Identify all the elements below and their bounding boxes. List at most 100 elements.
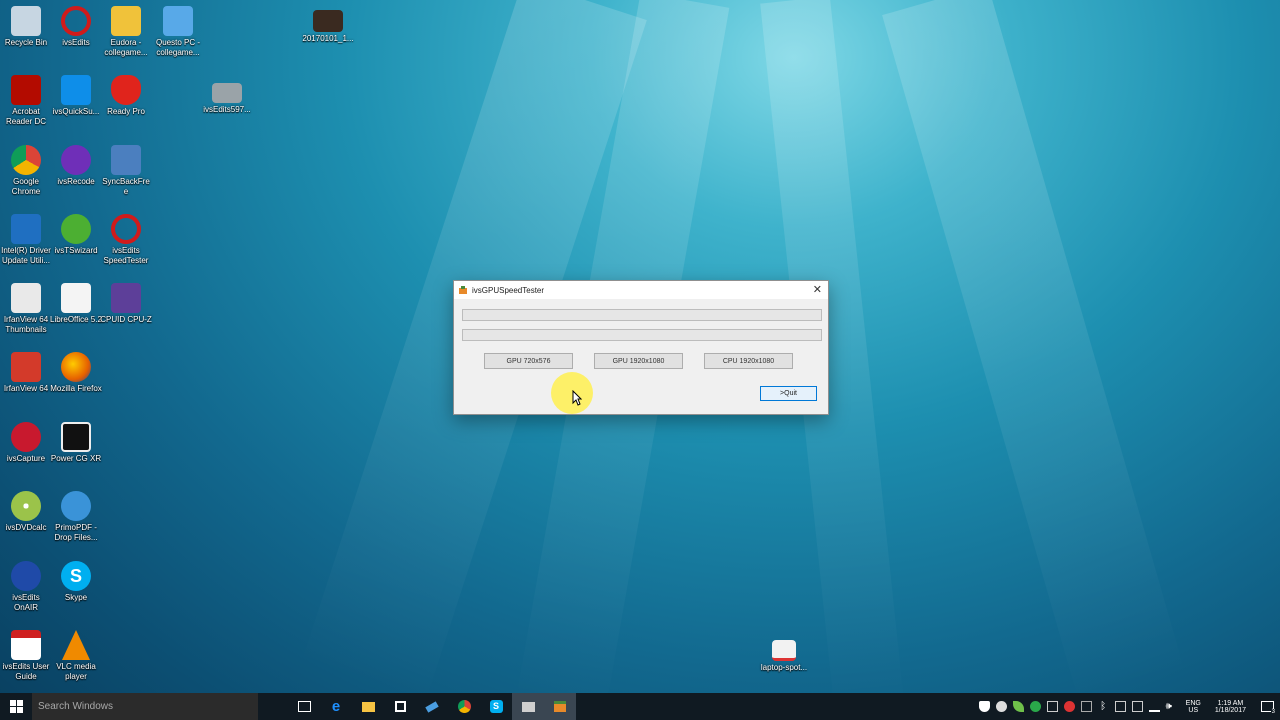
cpu-1920x1080-button[interactable]: CPU 1920x1080 bbox=[704, 353, 793, 369]
gpu-speed-tester-window: ivsGPUSpeedTester ✕ GPU 720x576 GPU 1920… bbox=[453, 280, 829, 415]
vlc-icon bbox=[62, 630, 90, 660]
panda-icon bbox=[11, 283, 41, 313]
clock[interactable]: 1:19 AM 1/18/2017 bbox=[1215, 700, 1246, 714]
acrobat-icon bbox=[11, 75, 41, 105]
syncback-icon bbox=[111, 145, 141, 175]
taskbar-edge[interactable]: e bbox=[320, 693, 352, 720]
taskbar-gpu-speed-tester[interactable] bbox=[544, 693, 576, 720]
desktop-icon-irfanview-thumbnails[interactable]: IrfanView 64 Thumbnails bbox=[0, 283, 52, 335]
ivsedits-icon bbox=[61, 6, 91, 36]
desktop-icon-video-file[interactable]: 20170101_1... bbox=[302, 10, 354, 44]
desktop-icon-syncback[interactable]: SyncBackFree bbox=[100, 145, 152, 197]
desktop-icon-speedtester[interactable]: ivsEdits SpeedTester bbox=[100, 214, 152, 266]
gpu-tester-icon bbox=[554, 701, 566, 712]
store-icon bbox=[394, 701, 406, 712]
ivstswizard-icon bbox=[61, 214, 91, 244]
system-tray: ᛒ 🕪 ENG US 1:19 AM 1/18/2017 3 bbox=[976, 693, 1280, 720]
desktop-icon-ivsdvdcalc[interactable]: ivsDVDcalc bbox=[0, 491, 52, 533]
desktop-icon-ivsedits-onair[interactable]: ivsEdits OnAIR bbox=[0, 561, 52, 613]
windows-logo-icon bbox=[9, 700, 23, 713]
taskbar: Search Windows e S ᛒ 🕪 ENG US 1:19 AM 1/… bbox=[0, 693, 1280, 720]
taskbar-pinned-app[interactable] bbox=[416, 693, 448, 720]
desktop-icon-ivsedits597[interactable]: ivsEdits597... bbox=[201, 83, 253, 115]
action-center-button[interactable]: 3 bbox=[1254, 693, 1280, 720]
window-app-icon bbox=[521, 701, 535, 712]
quit-button[interactable]: >Quit bbox=[760, 386, 817, 401]
gpu-1920x1080-button[interactable]: GPU 1920x1080 bbox=[594, 353, 683, 369]
desktop-icon-ivstswizard[interactable]: ivsTSwizard bbox=[50, 214, 102, 256]
search-box[interactable]: Search Windows bbox=[32, 693, 258, 720]
video-file-icon bbox=[313, 10, 343, 32]
display-icon[interactable] bbox=[1046, 701, 1058, 712]
desktop-icon-eudora[interactable]: Eudora - collegame... bbox=[100, 6, 152, 58]
taskbar-window-app[interactable] bbox=[512, 693, 544, 720]
clock-date: 1/18/2017 bbox=[1214, 706, 1246, 714]
libreoffice-icon bbox=[61, 283, 91, 313]
taskbar-file-explorer[interactable] bbox=[352, 693, 384, 720]
cloud-icon[interactable] bbox=[995, 701, 1007, 712]
desktop-icon-firefox[interactable]: Mozilla Firefox bbox=[50, 352, 102, 394]
taskbar-skype[interactable]: S bbox=[480, 693, 512, 720]
desktop-icon-intel-driver[interactable]: Intel(R) Driver Update Utili... bbox=[0, 214, 52, 266]
tray-app-icon[interactable] bbox=[1029, 701, 1041, 712]
pdf-icon bbox=[11, 630, 41, 660]
document-icon bbox=[772, 640, 796, 661]
desktop-icon-ivsrecode[interactable]: ivsRecode bbox=[50, 145, 102, 187]
desktop-icon-ivsedits[interactable]: ivsEdits bbox=[50, 6, 102, 48]
primopdf-icon bbox=[61, 491, 91, 521]
eudora-icon bbox=[111, 6, 141, 36]
desktop-icon-user-guide[interactable]: ivsEdits User Guide bbox=[0, 630, 52, 682]
leaf-icon[interactable] bbox=[1012, 701, 1024, 712]
close-icon[interactable]: ✕ bbox=[813, 283, 822, 296]
desktop-icon-laptop-spot[interactable]: laptop-spot... bbox=[758, 640, 810, 673]
edge-icon: e bbox=[331, 698, 341, 715]
desktop-icon-skype[interactable]: S Skype bbox=[50, 561, 102, 603]
desktop-icon-vlc[interactable]: VLC media player bbox=[50, 630, 102, 682]
mouse-pointer-icon bbox=[572, 390, 582, 406]
skype-icon: S bbox=[489, 700, 503, 713]
keyboard-icon[interactable] bbox=[1114, 701, 1126, 712]
bluetooth-icon[interactable]: ᛒ bbox=[1098, 701, 1109, 712]
network-icon[interactable] bbox=[1148, 701, 1160, 712]
desktop-icon-primopdf[interactable]: PrimoPDF - Drop Files... bbox=[50, 491, 102, 543]
progress-bar-1 bbox=[462, 309, 822, 321]
computer-icon bbox=[163, 6, 193, 36]
desktop-icon-powercg[interactable]: Power CG XR bbox=[50, 422, 102, 464]
teamviewer-icon bbox=[61, 75, 91, 105]
desktop-icon-libreoffice[interactable]: LibreOffice 5.2 bbox=[50, 283, 102, 325]
task-view-button[interactable] bbox=[288, 693, 320, 720]
gpu-720x576-button[interactable]: GPU 720x576 bbox=[484, 353, 573, 369]
file-explorer-icon bbox=[361, 701, 375, 712]
antivirus-icon[interactable] bbox=[1063, 701, 1075, 712]
region-code: US bbox=[1188, 706, 1199, 714]
intel-icon bbox=[11, 214, 41, 244]
chrome-icon bbox=[457, 700, 471, 713]
network-adapter-icon[interactable] bbox=[1080, 701, 1092, 712]
skype-icon: S bbox=[61, 561, 91, 591]
desktop-icon-cpuz[interactable]: CPUID CPU-Z bbox=[100, 283, 152, 325]
start-button[interactable] bbox=[0, 693, 32, 720]
taskbar-store[interactable] bbox=[384, 693, 416, 720]
screen-icon[interactable] bbox=[1131, 701, 1143, 712]
clock-time: 1:19 AM bbox=[1217, 699, 1244, 707]
ivsrecode-icon bbox=[61, 145, 91, 175]
desktop-icon-ivscapture[interactable]: ivsCapture bbox=[0, 422, 52, 464]
speedtester-icon bbox=[111, 214, 141, 244]
desktop-icon-recycle-bin[interactable]: Recycle Bin bbox=[0, 6, 52, 48]
desktop-icon-questo-pc[interactable]: Questo PC - collegame... bbox=[152, 6, 204, 58]
taskbar-chrome[interactable] bbox=[448, 693, 480, 720]
shield-icon[interactable] bbox=[978, 701, 990, 712]
desktop-icon-acrobat[interactable]: Acrobat Reader DC bbox=[0, 75, 52, 127]
desktop-icon-irfanview[interactable]: IrfanView 64 bbox=[0, 352, 52, 394]
cpuz-icon bbox=[111, 283, 141, 313]
desktop-icon-chrome[interactable]: Google Chrome bbox=[0, 145, 52, 197]
desktop-icon-ivsquicksu[interactable]: ivsQuickSu... bbox=[50, 75, 102, 117]
volume-icon[interactable]: 🕪 bbox=[1166, 701, 1177, 712]
notification-count: 3 bbox=[1270, 709, 1276, 715]
desktop-icon-ready-pro[interactable]: Ready Pro bbox=[100, 75, 152, 117]
window-titlebar[interactable]: ivsGPUSpeedTester ✕ bbox=[454, 281, 828, 299]
pin-app-icon bbox=[425, 700, 439, 713]
chrome-icon bbox=[11, 145, 41, 175]
language-indicator[interactable]: ENG US bbox=[1186, 700, 1201, 714]
task-view-icon bbox=[297, 701, 311, 712]
